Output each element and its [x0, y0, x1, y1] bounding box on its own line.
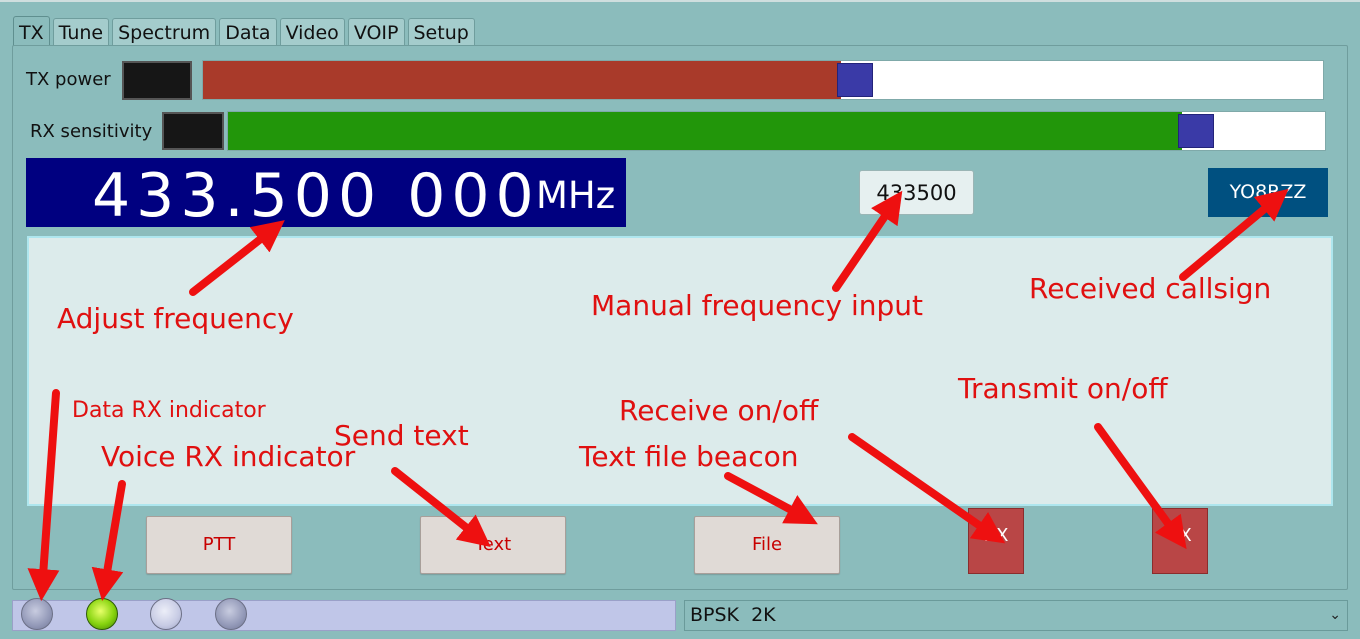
annotation-voice-rx-indicator: Voice RX indicator: [101, 440, 356, 473]
arrow-receive-on-off: [848, 433, 1006, 544]
annotation-adjust-frequency: Adjust frequency: [57, 302, 294, 335]
annotation-received-callsign: Received callsign: [1029, 272, 1272, 305]
arrow-text-file-beacon: [724, 472, 818, 525]
annotation-transmit-on-off: Transmit on/off: [958, 372, 1168, 405]
annotation-send-text: Send text: [334, 419, 469, 452]
annotation-manual-frequency-input: Manual frequency input: [591, 289, 924, 322]
annotation-data-rx-indicator: Data RX indicator: [72, 398, 266, 423]
annotation-text-file-beacon: Text file beacon: [579, 440, 799, 473]
arrow-adjust-frequency: [189, 220, 285, 296]
annotation-receive-on-off: Receive on/off: [619, 394, 819, 427]
arrow-transmit-on-off: [1094, 423, 1187, 550]
arrow-send-text: [391, 467, 491, 547]
arrow-received-callsign: [1179, 188, 1289, 281]
arrow-manual-frequency: [832, 190, 903, 292]
arrow-voice-rx-indicator: [91, 480, 126, 602]
arrow-data-rx-indicator: [27, 389, 60, 602]
